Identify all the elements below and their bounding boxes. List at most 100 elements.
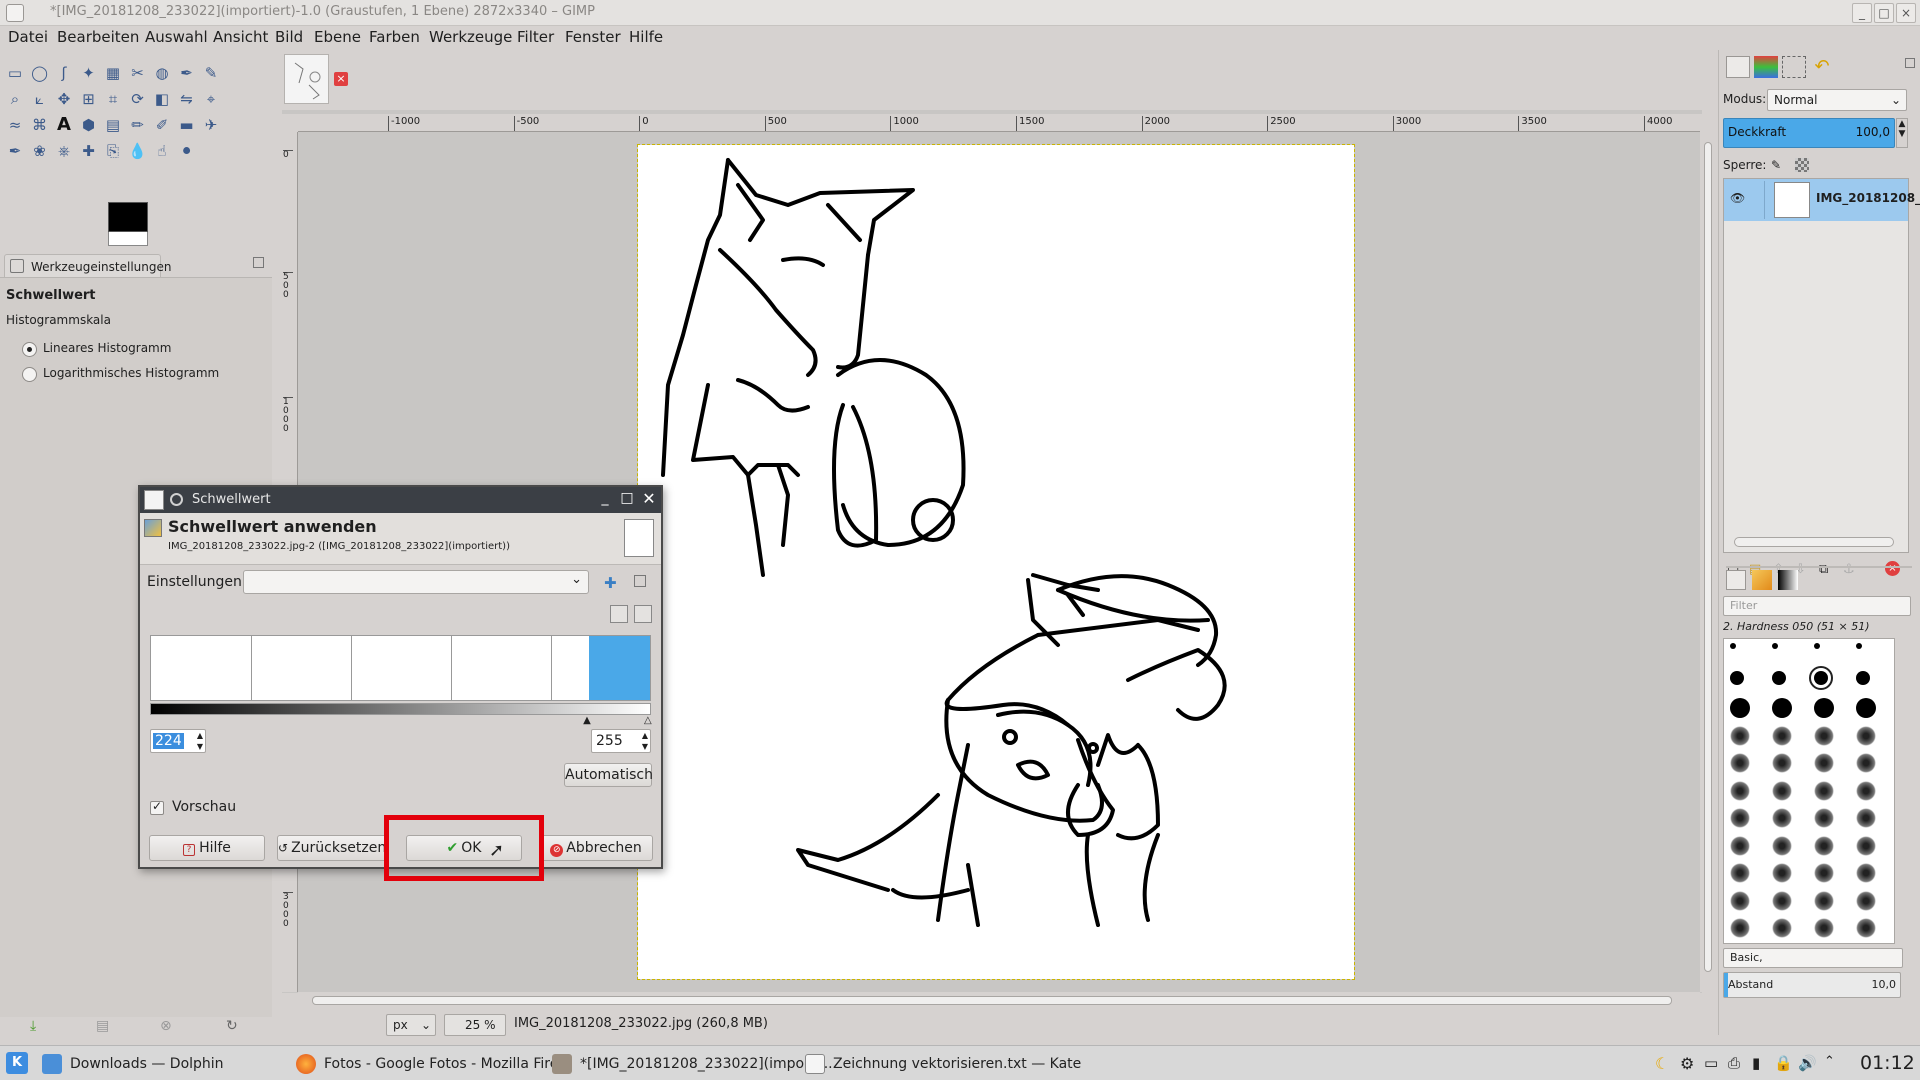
menu-datei[interactable]: Datei bbox=[8, 28, 48, 46]
brush-item[interactable] bbox=[1856, 918, 1876, 938]
image-canvas[interactable] bbox=[637, 144, 1355, 980]
restore-tool-preset-icon[interactable]: ▤ bbox=[96, 1018, 109, 1034]
reset-button[interactable]: ↺ Zurücksetzen bbox=[277, 835, 387, 861]
brush-item[interactable] bbox=[1856, 753, 1876, 773]
lock-icon[interactable]: 🔒 bbox=[1774, 1054, 1793, 1072]
menu-filter[interactable]: Filter bbox=[517, 28, 554, 46]
brush-item[interactable] bbox=[1730, 753, 1750, 773]
rect-select-icon[interactable]: ▭ bbox=[4, 62, 26, 84]
high-threshold-input[interactable]: 255 ▲ ▼ bbox=[591, 729, 651, 753]
mode-select[interactable]: Normal ⌄ bbox=[1767, 89, 1907, 111]
layers-tab-icon[interactable] bbox=[1726, 56, 1750, 78]
menu-fenster[interactable]: Fenster bbox=[565, 28, 621, 46]
brush-scrollbar[interactable] bbox=[1899, 638, 1911, 944]
settings-gear-icon[interactable]: ⚙ bbox=[1680, 1054, 1694, 1073]
layer-row[interactable]: 👁 IMG_20181208_23 bbox=[1724, 179, 1920, 221]
eye-icon[interactable]: 👁 bbox=[1730, 191, 1745, 205]
dialog-close-icon[interactable]: ✕ bbox=[640, 489, 658, 508]
bucket-fill-icon[interactable]: ⬢ bbox=[78, 114, 100, 136]
patterns-tab-icon[interactable] bbox=[1752, 570, 1772, 590]
heal-tool-icon[interactable]: ✚ bbox=[78, 140, 100, 162]
menu-werkzeuge[interactable]: Werkzeuge bbox=[429, 28, 512, 46]
brush-item[interactable] bbox=[1856, 863, 1876, 883]
brush-item[interactable] bbox=[1730, 808, 1750, 828]
flip-tool-icon[interactable]: ⇋ bbox=[176, 88, 198, 110]
preview-checkbox[interactable]: ✓ bbox=[150, 799, 164, 815]
airbrush-tool-icon[interactable]: ✈ bbox=[200, 114, 222, 136]
dodge-burn-icon[interactable]: ⚫ bbox=[176, 140, 198, 162]
brush-item[interactable] bbox=[1730, 698, 1750, 718]
brush-item[interactable] bbox=[1730, 643, 1736, 649]
paths-tool-icon[interactable]: ✒ bbox=[176, 62, 198, 84]
spacing-slider[interactable]: Abstand 10,0 bbox=[1723, 972, 1901, 998]
gradients-tab-icon[interactable] bbox=[1778, 570, 1798, 590]
low-threshold-input[interactable]: 224 ▲ ▼ bbox=[150, 729, 206, 753]
brush-item[interactable] bbox=[1772, 780, 1792, 801]
scissors-select-icon[interactable]: ✂ bbox=[127, 62, 149, 84]
fuzzy-select-icon[interactable]: ✦ bbox=[78, 62, 100, 84]
crop-tool-icon[interactable]: ⌗ bbox=[102, 88, 124, 110]
brush-item[interactable] bbox=[1814, 780, 1834, 801]
reset-tool-options-icon[interactable]: ↻ bbox=[226, 1018, 238, 1034]
pencil-tool-icon[interactable]: ✏ bbox=[127, 114, 149, 136]
task-gimp[interactable]: *[IMG_20181208_233022](importi... bbox=[552, 1052, 833, 1076]
linear-scale-icon[interactable] bbox=[610, 605, 628, 623]
cage-tool-icon[interactable]: ⌖ bbox=[200, 88, 222, 110]
brush-item[interactable] bbox=[1730, 918, 1750, 938]
night-mode-icon[interactable]: ☾ bbox=[1655, 1054, 1669, 1073]
histogram-view[interactable] bbox=[150, 635, 651, 701]
tool-options-menu-icon[interactable] bbox=[253, 257, 264, 268]
clone-tool-icon[interactable]: ⎈ bbox=[53, 140, 75, 162]
opacity-spin-arrows[interactable]: ▲ ▼ bbox=[1896, 118, 1908, 148]
vertical-scroll-thumb[interactable] bbox=[1704, 142, 1712, 972]
brush-item[interactable] bbox=[1772, 753, 1792, 773]
brush-item[interactable] bbox=[1772, 918, 1792, 938]
brush-item[interactable] bbox=[1814, 835, 1834, 856]
opacity-slider[interactable]: Deckkraft 100,0 bbox=[1723, 118, 1895, 148]
menu-farben[interactable]: Farben bbox=[369, 28, 420, 46]
dialog-minimize-icon[interactable]: _ bbox=[596, 490, 614, 508]
warp-tool-icon[interactable]: ≈ bbox=[4, 114, 26, 136]
unit-select[interactable]: px ⌄ bbox=[386, 1014, 436, 1036]
brush-item[interactable] bbox=[1772, 808, 1792, 828]
quick-mask-corner[interactable] bbox=[282, 114, 298, 132]
unified-transform-icon[interactable]: ⟳ bbox=[127, 88, 149, 110]
horizontal-scrollbar[interactable] bbox=[298, 992, 1700, 1008]
brush-item[interactable] bbox=[1809, 665, 1833, 690]
tool-options-tab[interactable]: Werkzeugeinstellungen bbox=[4, 254, 171, 278]
smudge-tool-icon[interactable]: ☝ bbox=[151, 140, 173, 162]
brush-item[interactable] bbox=[1856, 780, 1876, 801]
ellipse-select-icon[interactable]: ◯ bbox=[29, 62, 51, 84]
channels-tab-icon[interactable] bbox=[1754, 56, 1778, 78]
low-threshold-handle[interactable]: ▲ bbox=[583, 715, 591, 726]
color-select-icon[interactable]: ▦ bbox=[102, 62, 124, 84]
cancel-button[interactable]: ⊘ Abbrechen bbox=[539, 835, 653, 861]
brush-item[interactable] bbox=[1772, 890, 1792, 911]
brush-item[interactable] bbox=[1730, 890, 1750, 911]
dialog-titlebar[interactable]: Schwellwert _ □ ✕ bbox=[140, 487, 661, 513]
zoom-follow-icon[interactable] bbox=[1700, 114, 1716, 132]
menu-ebene[interactable]: Ebene bbox=[314, 28, 361, 46]
eraser-tool-icon[interactable]: ▬ bbox=[176, 114, 198, 136]
brush-tag-select[interactable]: Basic, bbox=[1723, 948, 1903, 968]
brush-item[interactable] bbox=[1730, 670, 1744, 685]
display-icon[interactable]: ▭ bbox=[1704, 1054, 1718, 1072]
brush-item[interactable] bbox=[1772, 725, 1792, 746]
brush-item[interactable] bbox=[1730, 725, 1750, 746]
menu-ansicht[interactable]: Ansicht bbox=[213, 28, 268, 46]
ink-tool-icon[interactable]: ✒ bbox=[4, 140, 26, 162]
radio-log-histogram[interactable] bbox=[22, 367, 37, 382]
brush-item[interactable] bbox=[1772, 643, 1778, 649]
high-threshold-handle[interactable]: △ bbox=[644, 715, 652, 726]
move-tool-icon[interactable]: ✥ bbox=[53, 88, 75, 110]
brush-item[interactable] bbox=[1730, 863, 1750, 883]
free-select-icon[interactable]: ʃ bbox=[53, 62, 75, 84]
handle-transform-icon[interactable]: ⌘ bbox=[29, 114, 51, 136]
perspective-tool-icon[interactable]: ◧ bbox=[151, 88, 173, 110]
brush-item[interactable] bbox=[1856, 890, 1876, 911]
help-button[interactable]: ? Hilfe bbox=[149, 835, 265, 861]
menu-bearbeiten[interactable]: Bearbeiten bbox=[57, 28, 139, 46]
menu-auswahl[interactable]: Auswahl bbox=[145, 28, 208, 46]
brushes-tab-icon[interactable] bbox=[1726, 570, 1746, 590]
brush-item[interactable] bbox=[1730, 780, 1750, 801]
